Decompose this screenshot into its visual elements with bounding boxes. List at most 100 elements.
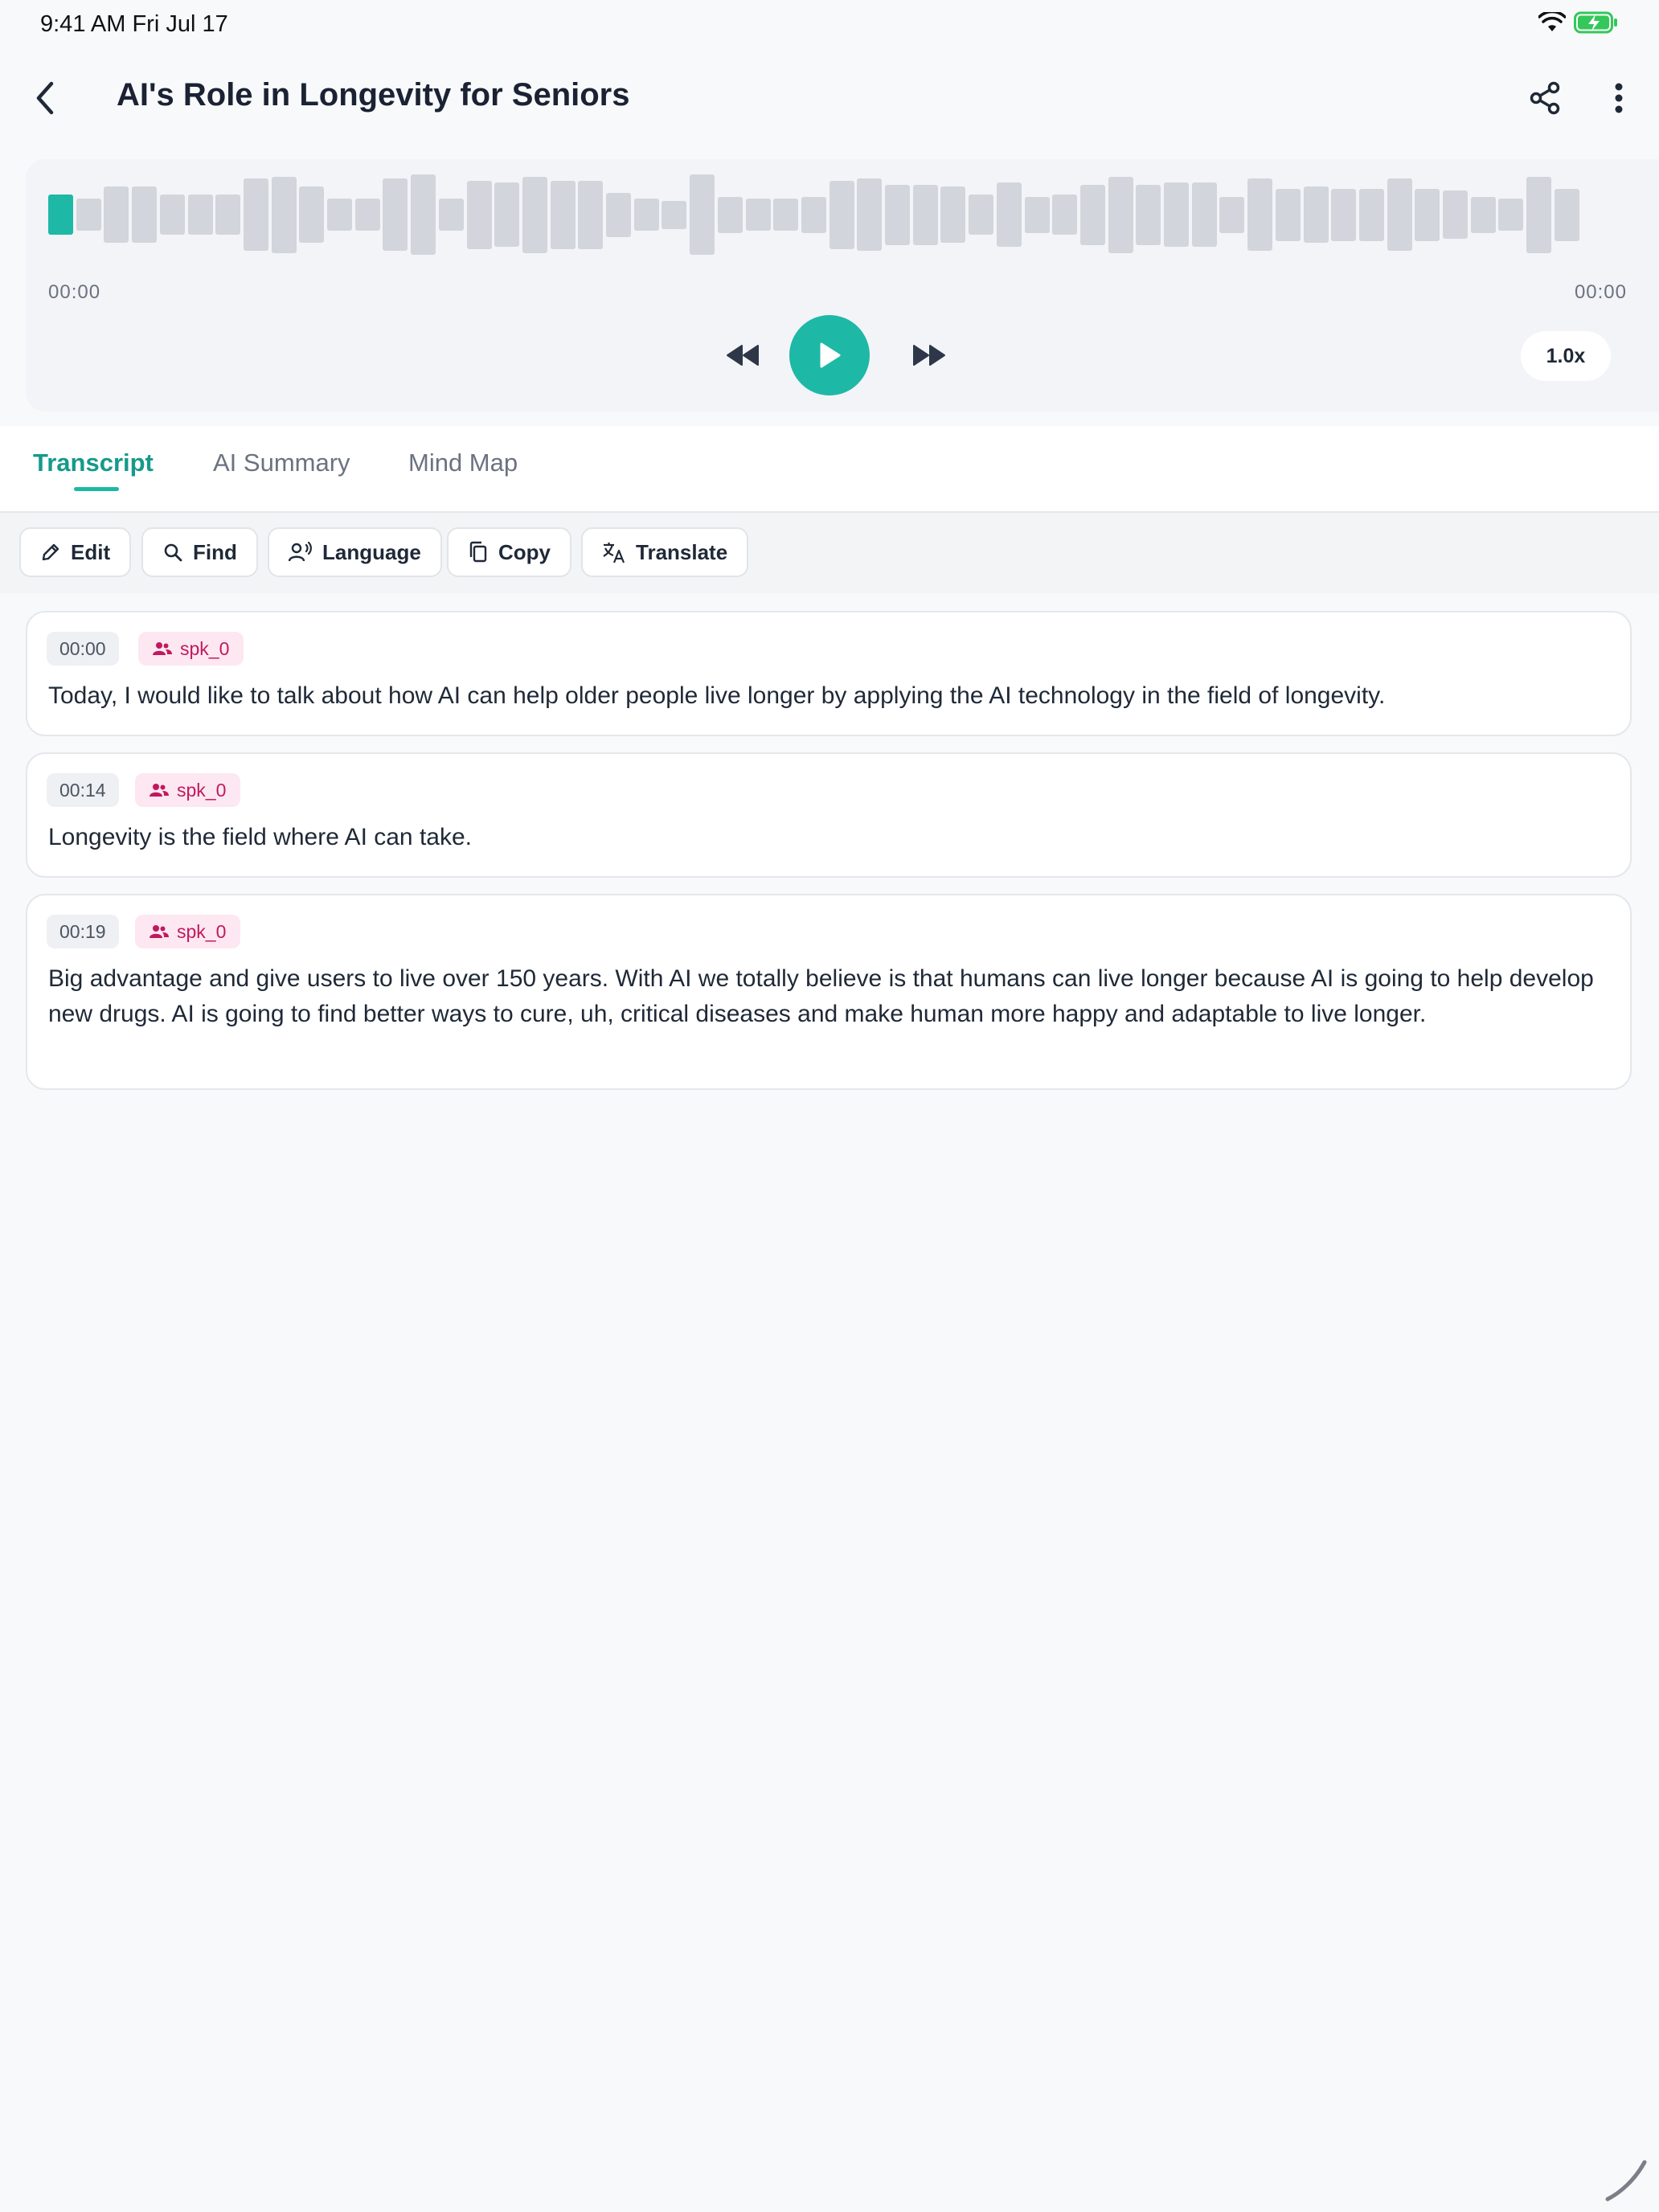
transcript-toolbar: Edit Find Language Copy Translate [0, 513, 1659, 593]
language-button[interactable]: Language [268, 527, 442, 577]
waveform-bar [1136, 184, 1161, 245]
users-icon [150, 925, 169, 938]
edit-label: Edit [71, 539, 111, 564]
waveform-bar [1024, 196, 1050, 233]
waveform-bar [1470, 196, 1496, 233]
total-time: 00:00 [1574, 281, 1627, 303]
waveform-bar [132, 186, 158, 243]
waveform-bar [690, 174, 715, 255]
waveform-bar [1554, 188, 1579, 241]
share-icon [1530, 81, 1560, 115]
waveform-bar [1219, 196, 1245, 233]
rewind-button[interactable] [719, 334, 767, 376]
rewind-icon [727, 345, 759, 366]
waveform-bar [243, 178, 268, 251]
waveform-bar [187, 195, 213, 235]
segment-text: Longevity is the field where AI can take… [48, 824, 472, 850]
waveform-bar [829, 180, 854, 249]
battery-charging-icon [1574, 11, 1619, 38]
waveform[interactable] [48, 170, 1636, 259]
users-icon [150, 784, 169, 797]
waveform-bar [1415, 188, 1440, 241]
waveform-bar [522, 176, 547, 253]
waveform-bar [494, 182, 520, 247]
waveform-bar [969, 195, 994, 235]
copy-label: Copy [498, 539, 551, 564]
copy-icon [469, 541, 487, 563]
waveform-bar [801, 196, 826, 233]
translate-icon [603, 543, 625, 563]
speaker-badge[interactable]: spk_0 [135, 773, 241, 807]
waveform-bar [104, 186, 129, 243]
audio-player: 00:00 00:00 1.0x [26, 159, 1659, 412]
waveform-bar [299, 186, 325, 243]
waveform-bar [48, 195, 73, 235]
segment-text: Today, I would like to talk about how AI… [48, 682, 1386, 709]
timestamp-badge[interactable]: 00:14 [47, 773, 119, 807]
timestamp-badge[interactable]: 00:00 [47, 632, 119, 666]
waveform-bar [745, 199, 771, 231]
play-button[interactable] [789, 315, 870, 395]
back-button[interactable] [29, 76, 61, 121]
translate-button[interactable]: Translate [581, 527, 749, 577]
waveform-bar [1108, 176, 1133, 253]
fast-forward-icon [913, 345, 945, 366]
waveform-bar [773, 199, 799, 231]
tab-mind-map[interactable]: Mind Map [408, 449, 518, 477]
waveform-bar [1052, 195, 1078, 235]
waveform-bar [857, 178, 883, 251]
share-button[interactable] [1524, 76, 1566, 121]
wifi-icon [1538, 10, 1567, 37]
transcript-segment[interactable]: 00:19 spk_0 Big advantage and give users… [26, 894, 1632, 1090]
tab-transcript[interactable]: Transcript [33, 449, 154, 477]
search-icon [164, 543, 182, 562]
fast-forward-button[interactable] [905, 334, 953, 376]
waveform-bar [383, 178, 408, 251]
status-time: 9:41 AM Fri Jul 17 [40, 11, 228, 37]
speaker-name: spk_0 [177, 920, 227, 942]
waveform-bar [1191, 182, 1217, 247]
page-title: AI's Role in Longevity for Seniors [117, 77, 630, 113]
scribble-icon[interactable] [1603, 2156, 1651, 2204]
waveform-bar [578, 180, 604, 249]
edit-button[interactable]: Edit [19, 527, 132, 577]
waveform-bar [1331, 188, 1357, 241]
waveform-bar [1387, 178, 1412, 251]
waveform-bar [1164, 182, 1189, 247]
waveform-bar [466, 180, 492, 249]
waveform-bar [1358, 188, 1384, 241]
waveform-bar [1275, 188, 1301, 241]
waveform-bar [996, 182, 1022, 247]
waveform-bar [1443, 190, 1468, 239]
transcript-segment[interactable]: 00:00 spk_0 Today, I would like to talk … [26, 611, 1632, 736]
active-tab-indicator [74, 487, 119, 491]
waveform-bar [411, 174, 436, 255]
tab-bar: Transcript AI Summary Mind Map [0, 426, 1659, 513]
timestamp-badge[interactable]: 00:19 [47, 915, 119, 948]
waveform-bar [606, 192, 631, 237]
playback-speed-button[interactable]: 1.0x [1521, 331, 1611, 381]
segment-text: Big advantage and give users to live ove… [48, 965, 1594, 1027]
find-button[interactable]: Find [141, 527, 258, 577]
translate-label: Translate [636, 539, 728, 564]
speaker-badge[interactable]: spk_0 [135, 915, 241, 948]
transcript-segment[interactable]: 00:14 spk_0 Longevity is the field where… [26, 752, 1632, 878]
chevron-left-icon [36, 81, 54, 115]
waveform-bar [438, 199, 464, 231]
speaker-name: spk_0 [177, 779, 227, 801]
waveform-bar [215, 195, 241, 235]
tab-ai-summary[interactable]: AI Summary [213, 449, 350, 477]
waveform-bar [912, 184, 938, 245]
waveform-bar [662, 200, 687, 229]
more-options-button[interactable] [1606, 76, 1632, 121]
more-vertical-icon [1615, 83, 1623, 113]
waveform-bar [1526, 176, 1552, 253]
waveform-bar [550, 180, 576, 249]
waveform-bar [1498, 199, 1524, 231]
speaker-badge[interactable]: spk_0 [138, 632, 244, 666]
language-label: Language [322, 539, 421, 564]
waveform-bar [1079, 184, 1105, 245]
copy-button[interactable]: Copy [447, 527, 571, 577]
waveform-bar [885, 184, 910, 245]
header-bar: AI's Role in Longevity for Seniors [0, 66, 1659, 130]
